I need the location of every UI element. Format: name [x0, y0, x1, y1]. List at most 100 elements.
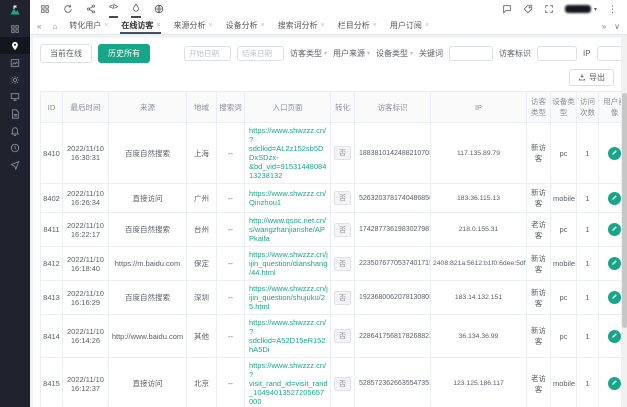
- device-type-select[interactable]: 设备类型▾: [376, 48, 413, 59]
- user-profile-button[interactable]: [608, 377, 621, 390]
- cell-last-time: 2022/11/10 16:16:29: [63, 281, 109, 315]
- column-header: 访问次数: [577, 92, 599, 123]
- tab-dropdown-icon[interactable]: ∨: [614, 22, 620, 31]
- entry-page-link[interactable]: https://www.shwzzz.cn/Qinzhou1: [249, 189, 328, 207]
- close-icon[interactable]: ×: [208, 22, 212, 29]
- user-profile-button[interactable]: [608, 192, 621, 205]
- user-profile-button[interactable]: [608, 257, 621, 270]
- export-row: 导出: [40, 69, 614, 86]
- tab-来源分析[interactable]: 来源分析×: [172, 18, 213, 34]
- user-profile-button[interactable]: [608, 291, 621, 304]
- close-icon[interactable]: ×: [104, 22, 108, 29]
- tab-设备分析[interactable]: 设备分析×: [225, 18, 266, 34]
- sidebar-item-document[interactable]: [0, 105, 30, 122]
- export-button[interactable]: 导出: [569, 69, 614, 86]
- share-icon[interactable]: [86, 0, 96, 18]
- droplet-icon[interactable]: [131, 0, 141, 18]
- globe-icon[interactable]: [154, 0, 164, 18]
- pencil-icon: [611, 194, 618, 203]
- user-profile-button[interactable]: [608, 223, 621, 236]
- message-icon[interactable]: [502, 4, 512, 14]
- entry-page-link[interactable]: https://www.shwzzz.cn/?sdclkid=AL2z152sb…: [249, 126, 328, 180]
- cell-visit-count: 1: [577, 123, 599, 184]
- visitor-id-input[interactable]: [537, 46, 577, 61]
- user-source-select-label: 用户来源: [333, 48, 365, 59]
- app-window: </> ▾ ⋮ « ⌂ 转化用户×在线访客×来源分析×设备分析×搜索词分析×栏目…: [0, 0, 627, 407]
- sidebar-item-dashboard[interactable]: [0, 20, 30, 37]
- sidebar-item-monitor[interactable]: [0, 88, 30, 105]
- cell-region: 台州: [187, 213, 217, 247]
- toolbar-right-icons: [502, 4, 554, 14]
- cell-source: 直接访问: [109, 358, 187, 407]
- converted-badge: 否: [334, 291, 351, 305]
- current-online-button[interactable]: 当前在线: [40, 44, 92, 63]
- keyword-input[interactable]: [449, 46, 493, 61]
- column-header: IP: [431, 92, 527, 123]
- cell-search-word: --: [217, 281, 245, 315]
- sidebar-item-clock[interactable]: [0, 139, 30, 156]
- sidebar-item-bell[interactable]: [0, 122, 30, 139]
- visitor-id-label: 访客标识: [499, 48, 531, 59]
- tab-转化用户[interactable]: 转化用户×: [68, 18, 109, 34]
- cell-device-type: pc: [551, 123, 577, 184]
- send-icon: [10, 160, 20, 170]
- user-menu[interactable]: ▾: [565, 5, 597, 13]
- entry-page-link[interactable]: http://www.qsoc.net.cn/s/wangzhanjianshe…: [249, 216, 328, 243]
- tab-用户订阅[interactable]: 用户订阅×: [389, 18, 430, 34]
- scrollbar-track[interactable]: [621, 35, 627, 407]
- more-options-icon[interactable]: ⋮: [608, 4, 617, 15]
- sidebar-item-send[interactable]: [0, 156, 30, 173]
- pencil-icon: [611, 379, 618, 388]
- entry-page-link[interactable]: https://www.shwzzz.cn/jijin_question/shu…: [249, 284, 328, 311]
- toolbar-right: ▾ ⋮: [502, 4, 617, 15]
- user-profile-button[interactable]: [608, 147, 621, 160]
- location-icon: [10, 41, 20, 51]
- code-icon[interactable]: </>: [109, 0, 118, 18]
- home-icon[interactable]: ⌂: [52, 18, 57, 34]
- entry-page-link[interactable]: https://www.shwzzz.cn/?sdclkid=A52D15eR1…: [249, 318, 328, 354]
- tab-在线访客[interactable]: 在线访客×: [120, 18, 161, 34]
- apps-icon[interactable]: [40, 0, 50, 18]
- refresh-icon[interactable]: [63, 0, 73, 18]
- tab-栏目分析[interactable]: 栏目分析×: [337, 18, 378, 34]
- cell-visitor-id: 5285723626635547351: [355, 358, 431, 407]
- chevron-down-icon: ▾: [410, 50, 413, 57]
- user-profile-button[interactable]: [608, 330, 621, 343]
- app-logo-icon[interactable]: [0, 0, 30, 20]
- cell-search-word: --: [217, 358, 245, 407]
- top-toolbar: </> ▾ ⋮: [30, 0, 627, 18]
- online-visitors-panel: 当前在线 历史所有 访客类型▾ 用户来源▾ 设备类型▾ 关键词 访客标识 IP: [33, 38, 621, 407]
- history-all-button[interactable]: 历史所有: [98, 44, 150, 63]
- entry-page-link[interactable]: https://www.shwzzz.cn/jijin_question/dia…: [249, 250, 328, 277]
- tag-icon[interactable]: [523, 4, 533, 14]
- cell-last-time: 2022/11/10 16:26:34: [63, 184, 109, 213]
- table-row: 8402 2022/11/10 16:26:34 直接访问 广州 -- http…: [41, 184, 622, 213]
- cell-region: 北京: [187, 358, 217, 407]
- start-date-input[interactable]: [184, 46, 231, 61]
- ip-input[interactable]: [597, 46, 621, 61]
- sidebar-item-location[interactable]: [0, 37, 30, 54]
- table-row: 8413 2022/11/10 16:16:29 百度自然搜索 深圳 -- ht…: [41, 281, 622, 315]
- sidebar-item-chart[interactable]: [0, 54, 30, 71]
- cell-id: 8402: [41, 184, 63, 213]
- close-icon[interactable]: ×: [373, 22, 377, 29]
- close-icon[interactable]: ×: [156, 22, 160, 29]
- cell-visit-count: 1: [577, 213, 599, 247]
- close-icon[interactable]: ×: [321, 22, 325, 29]
- tab-label: 搜索词分析: [278, 20, 318, 31]
- tab-overflow-icon[interactable]: »: [602, 22, 606, 31]
- tab-搜索词分析[interactable]: 搜索词分析×: [277, 18, 326, 34]
- user-source-select[interactable]: 用户来源▾: [333, 48, 370, 59]
- cell-id: 8414: [41, 315, 63, 358]
- scrollbar-thumb[interactable]: [622, 93, 627, 328]
- cell-region: 广州: [187, 184, 217, 213]
- collapse-sidebar-icon[interactable]: «: [37, 18, 41, 34]
- sidebar-item-settings[interactable]: [0, 71, 30, 88]
- entry-page-link[interactable]: https://www.shwzzz.cn/?visit_rand_id=vis…: [249, 361, 328, 406]
- fullscreen-icon[interactable]: [544, 4, 554, 14]
- cell-ip: 123.125.186.117: [431, 358, 527, 407]
- close-icon[interactable]: ×: [261, 22, 265, 29]
- visitor-type-select[interactable]: 访客类型▾: [290, 48, 327, 59]
- close-icon[interactable]: ×: [425, 22, 429, 29]
- end-date-input[interactable]: [237, 46, 284, 61]
